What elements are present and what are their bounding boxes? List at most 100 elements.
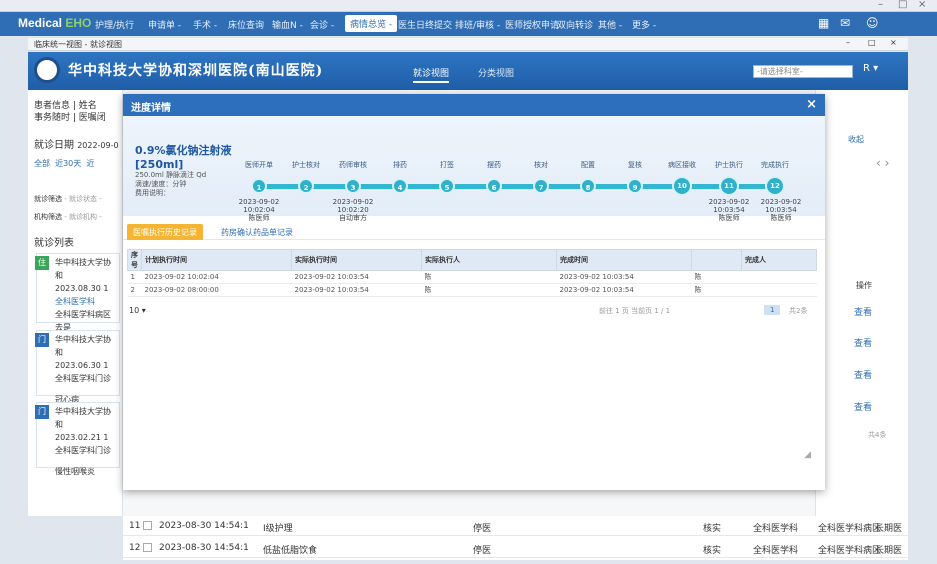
type-filter[interactable]: 就诊筛选 - 就诊状态 - — [34, 194, 102, 204]
page-size-select[interactable]: 10 ▾ — [129, 306, 146, 315]
nav-item-bed-query[interactable]: 床位查询 — [228, 18, 264, 31]
outpatient-badge: 门 — [35, 405, 49, 419]
collapse-button[interactable]: 收起 — [848, 134, 864, 145]
visit-card[interactable]: 门 华中科技大学协和 2023.02.21 1 全科医学科门诊 慢性咽喉炎 — [35, 402, 120, 476]
order-table-bottom: 11 2023-08-30 14:54:1 Ⅰ级护理 停医 核实 全科医学科 全… — [123, 516, 908, 560]
step-circle: 3 — [345, 178, 361, 194]
step-label: 排药 — [393, 161, 407, 169]
inner-window-title: 临床统一视图 - 就诊视图 — [34, 40, 122, 49]
prev-next-icon[interactable]: ‹ › — [876, 156, 889, 170]
nav-item-more[interactable]: 更多 - — [632, 18, 656, 31]
visit-card[interactable]: 住 华中科技大学协和 2023.08.30 1 全科医学科 全科医学科病区 去是 — [35, 253, 120, 332]
nav-item-transfusion[interactable]: 输血N - — [272, 18, 303, 31]
minimize-icon[interactable]: – — [878, 0, 883, 10]
step-circle: 2 — [298, 178, 314, 194]
go-page-button[interactable]: 1 — [764, 305, 781, 315]
cell: 2023-09-02 10:03:54 — [291, 283, 422, 297]
close-icon[interactable]: × — [806, 97, 817, 112]
outpatient-badge: 门 — [35, 333, 49, 347]
visit-date-label: 就诊日期 2022-09-0 — [34, 140, 119, 151]
nav-item-authorization[interactable]: 医师授权申请 — [505, 18, 559, 31]
message-icon[interactable]: ✉ — [840, 16, 850, 30]
view-link[interactable]: 查看 — [854, 305, 872, 318]
step-label: 复核 — [628, 161, 642, 169]
step-circle: 8 — [580, 178, 596, 194]
pagination: 10 ▾ 前往 1 页 当前页 1 / 1 1 共2条 — [129, 305, 819, 320]
drug-progress-panel: 0.9%氯化钠注射液 [250ml] 250.0ml 静脉滴注 Qd 滴速/速度… — [123, 116, 825, 222]
breadcrumb-secondary: 事务随时 | 医嘱闭 — [34, 113, 106, 123]
record-tabs: 医嘱执行历史记录 药房确认药品单记录 — [123, 224, 825, 240]
tab-pharmacy-record[interactable]: 药房确认药品单记录 — [215, 224, 299, 240]
cell — [741, 283, 817, 297]
cell: 2 — [127, 283, 142, 297]
user-initial: R — [863, 63, 870, 74]
visit-card[interactable]: 门 华中科技大学协和 2023.06.30 1 全科医学科门诊 冠心病 — [35, 330, 120, 404]
table-row[interactable]: 12 2023-08-30 14:54:1 低盐低脂饮食 停医 核实 全科医学科… — [123, 538, 908, 558]
nav-item-consult[interactable]: 会诊 - — [310, 18, 334, 31]
step-info: 2023-09-02 10:03:54 陈医师 — [760, 198, 802, 222]
execution-table: 序号 计划执行时间 实际执行时间 实际执行人 完成时间 完成人 1 2023-0… — [127, 249, 817, 297]
step-info: 2023-09-02 10:02:20 自动审方 — [332, 198, 374, 222]
tab-visit-view[interactable]: 就诊视图 — [413, 66, 450, 83]
inpatient-badge: 住 — [35, 256, 49, 270]
step-circle: 4 — [392, 178, 408, 194]
os-title-bar: – □ × — [0, 0, 937, 12]
step-circle: 11 — [719, 176, 739, 196]
progress-detail-modal: 进度详情 × 0.9%氯化钠注射液 [250ml] 250.0ml 静脉滴注 Q… — [123, 94, 825, 490]
nav-item-referral[interactable]: 双向转诊 — [557, 18, 593, 31]
tab-execution-history[interactable]: 医嘱执行历史记录 — [127, 224, 203, 240]
resize-handle-icon[interactable]: ◢ — [804, 450, 811, 460]
maximize-icon[interactable]: □ — [898, 0, 907, 10]
row-checkbox[interactable] — [143, 521, 152, 530]
visit-sidebar: 患者信息 | 姓名 事务随时 | 医嘱闭 就诊日期 2022-09-0 全部 近… — [28, 90, 123, 516]
step-label: 配置 — [581, 161, 595, 169]
nav-item-surgery[interactable]: 手术 - — [193, 18, 217, 31]
user-menu[interactable]: R ▾ — [863, 63, 878, 74]
step-info: 2023-09-02 10:03:54 陈医师 — [708, 198, 750, 222]
view-link[interactable]: 查看 — [854, 336, 872, 349]
filter-30-days[interactable]: 近30天 — [55, 159, 81, 168]
close-icon[interactable]: × — [890, 38, 897, 47]
table-row[interactable]: 1 2023-09-02 10:02:04 2023-09-02 10:03:5… — [127, 270, 817, 284]
cell: 2023-09-02 10:03:54 — [556, 270, 692, 284]
column-header — [691, 249, 742, 271]
hospital-logo-icon — [34, 57, 60, 83]
step-circle: 1 — [251, 178, 267, 194]
tab-category-view[interactable]: 分类视图 — [478, 66, 514, 79]
maximize-icon[interactable]: □ — [868, 38, 876, 47]
nav-item-other[interactable]: 其他 - — [598, 18, 622, 31]
filter-all[interactable]: 全部 — [34, 159, 50, 168]
modal-title: 进度详情 — [131, 103, 171, 114]
row-checkbox[interactable] — [143, 543, 152, 552]
grid-icon[interactable]: ▦ — [818, 16, 829, 30]
step-label: 核对 — [534, 161, 548, 169]
step-info: 2023-09-02 10:02:04 陈医师 — [238, 198, 280, 222]
page-info: 共4条 — [868, 431, 887, 439]
step-label: 病区接收 — [668, 161, 696, 169]
right-panel: 收起 ‹ › 操作 查看 查看 查看 查看 共4条 — [815, 90, 908, 516]
nav-item-nursing[interactable]: 护理/执行 — [95, 18, 134, 31]
table-row[interactable]: 11 2023-08-30 14:54:1 Ⅰ级护理 停医 核实 全科医学科 全… — [123, 516, 908, 536]
operation-header: 操作 — [856, 281, 872, 290]
nav-item-daily-submit[interactable]: 医生日终提交 — [398, 18, 452, 31]
nav-item-condition-overview[interactable]: 病情总览 - — [345, 15, 398, 32]
view-link[interactable]: 查看 — [854, 400, 872, 413]
date-filter-group[interactable]: 全部 近30天 近 — [34, 158, 94, 169]
column-header: 计划执行时间 — [141, 249, 292, 271]
step-circle: 12 — [765, 176, 785, 196]
nav-item-schedule[interactable]: 排班/审核 - — [455, 18, 500, 31]
column-header: 完成时间 — [556, 249, 692, 271]
cell — [741, 270, 817, 284]
step-label: 护士执行 — [715, 161, 743, 169]
close-icon[interactable]: × — [918, 0, 926, 10]
minimize-icon[interactable]: – — [846, 38, 850, 47]
table-row[interactable]: 2 2023-09-02 08:00:00 2023-09-02 10:03:5… — [127, 283, 817, 297]
hospital-header: 华中科技大学协和深圳医院(南山医院) 就诊视图 分类视图 -请选择科室- R ▾ — [28, 52, 908, 90]
ward-select[interactable]: -请选择科室- — [753, 65, 853, 78]
user-icon[interactable]: ☺ — [866, 16, 879, 30]
view-link[interactable]: 查看 — [854, 368, 872, 381]
hospital-name: 华中科技大学协和深圳医院(南山医院) — [68, 63, 324, 79]
cell: 陈 — [691, 283, 742, 297]
org-filter[interactable]: 机构筛选 - 就诊机构 - — [34, 212, 102, 222]
nav-item-requests[interactable]: 申请单 - — [148, 18, 181, 31]
